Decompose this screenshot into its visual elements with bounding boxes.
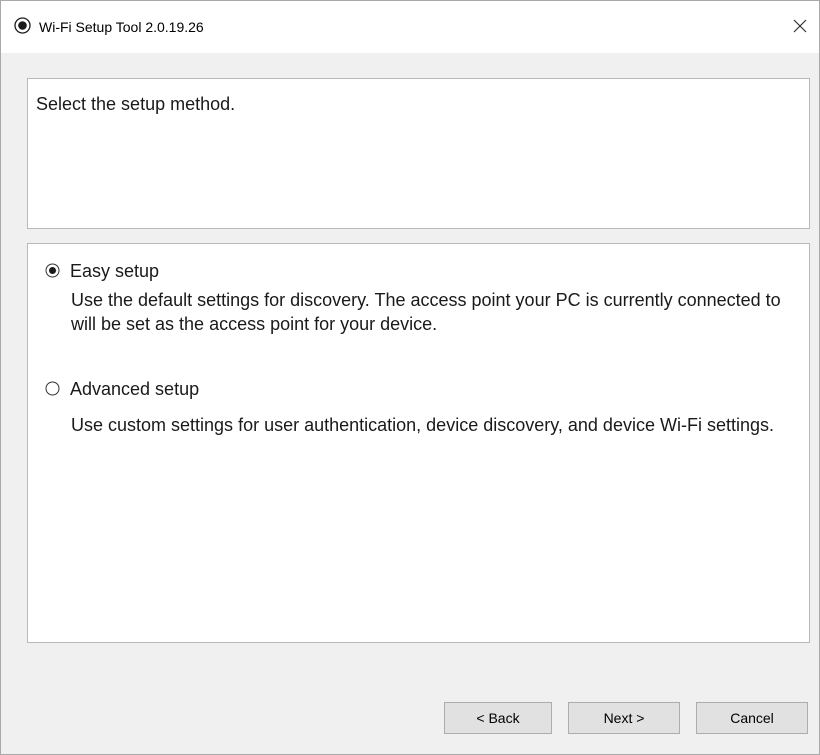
window-title: Wi-Fi Setup Tool 2.0.19.26 [39,19,204,35]
advanced-setup-label: Advanced setup [70,379,200,399]
close-icon[interactable] [789,15,811,37]
advanced-setup-option[interactable]: Advanced setup [45,377,265,405]
easy-setup-radio[interactable] [45,263,60,278]
title-bar[interactable]: Wi-Fi Setup Tool 2.0.19.26 [1,1,819,53]
back-button[interactable]: < Back [444,702,552,734]
advanced-setup-radio[interactable] [45,381,60,396]
app-icon [14,17,31,34]
setup-dialog: Wi-Fi Setup Tool 2.0.19.26 Select the se… [0,0,820,755]
header-panel: Select the setup method. [27,78,810,229]
easy-setup-label: Easy setup [70,261,160,281]
advanced-setup-description: Use custom settings for user authenticat… [71,415,774,435]
cancel-button[interactable]: Cancel [696,702,808,734]
instruction-text: Select the setup method. [36,94,236,114]
easy-setup-description: Use the default settings for discovery. … [71,290,781,334]
options-panel: Easy setup Use the default settings for … [27,243,810,643]
next-button[interactable]: Next > [568,702,680,734]
easy-setup-option[interactable]: Easy setup [45,259,245,287]
